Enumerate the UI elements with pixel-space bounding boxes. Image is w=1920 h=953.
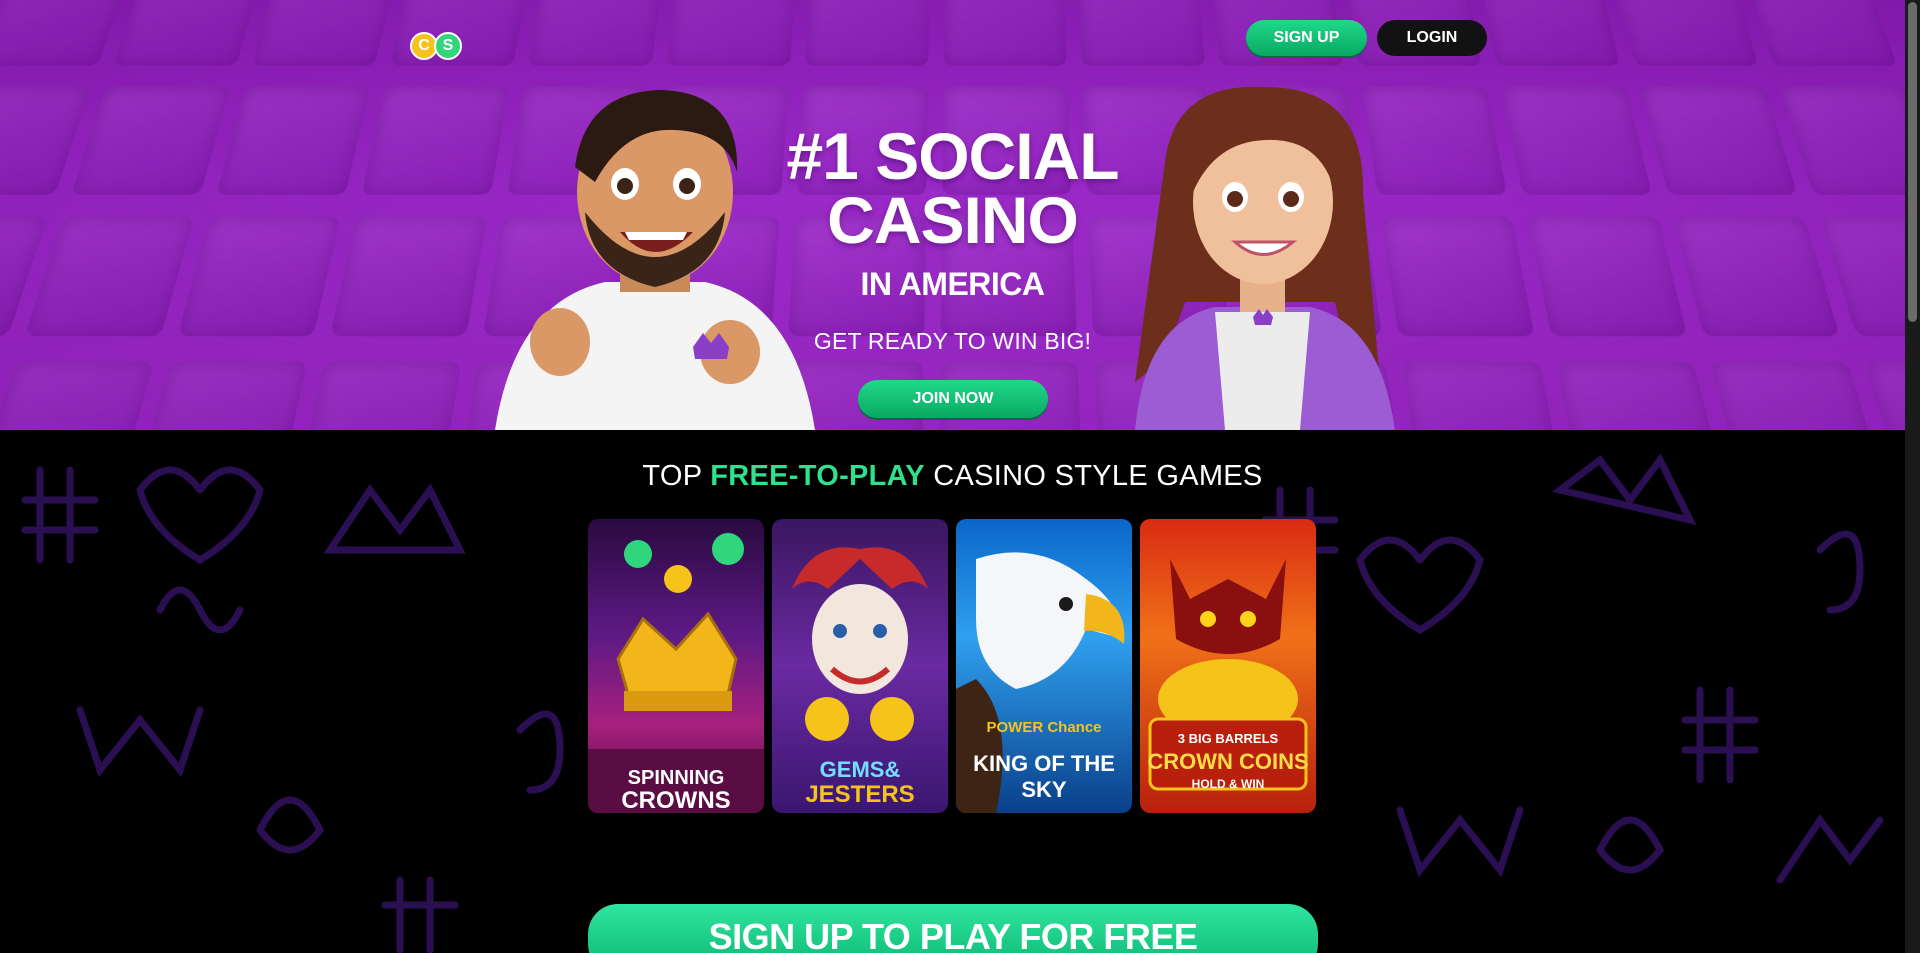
game-title-line2: CROWN COINS	[1147, 749, 1309, 774]
page: C S SIGN UP LOGIN #1 SOCIAL CASINO IN AM…	[0, 0, 1920, 953]
game-title-line1: 3 BIG BARRELS	[1177, 731, 1279, 746]
hero-tagline: GET READY TO WIN BIG!	[813, 328, 1092, 354]
game-title-line2: KING OF THE SKY	[973, 751, 1115, 802]
login-button[interactable]: LOGIN	[1377, 20, 1487, 56]
game-title-line3: HOLD & WIN	[1191, 777, 1265, 791]
hero-subtitle: IN AMERICA	[860, 266, 1045, 302]
title-pre: TOP	[642, 460, 702, 492]
game-title-line1: GEMS&	[819, 757, 901, 782]
join-now-button[interactable]: JOIN NOW	[858, 380, 1048, 418]
game-title-line2: JESTERS	[805, 781, 915, 808]
page-scrollbar[interactable]	[1905, 0, 1920, 953]
site-logo[interactable]: C S	[410, 24, 466, 60]
game-card-gems-jesters[interactable]: GEMS& JESTERS	[772, 519, 948, 813]
hero-headline: #1 SOCIAL CASINO	[700, 119, 1205, 257]
hero-title-line1: #1 SOCIAL	[786, 119, 1119, 193]
game-card-king-of-the-sky[interactable]: POWER Chance KING OF THE SKY	[956, 519, 1132, 813]
game-card-spinning-crowns[interactable]: SPINNING CROWNS	[588, 519, 764, 813]
title-highlight: FREE-TO-PLAY	[710, 460, 925, 492]
logo-coin-s: S	[434, 32, 462, 60]
game-cards-row: SPINNING CROWNS GEMS& JESTERS POWER Chan…	[588, 519, 1316, 813]
title-post: CASINO STYLE GAMES	[933, 460, 1263, 492]
signup-button[interactable]: SIGN UP	[1246, 20, 1367, 56]
game-title-line1: POWER Chance	[986, 719, 1102, 736]
games-section-title: TOP FREE-TO-PLAY CASINO STYLE GAMES	[0, 460, 1905, 493]
scrollbar-thumb[interactable]	[1908, 2, 1917, 322]
game-title-line2: CROWNS	[621, 787, 731, 813]
hero-banner: C S SIGN UP LOGIN #1 SOCIAL CASINO IN AM…	[0, 0, 1905, 430]
game-card-crown-coins[interactable]: 3 BIG BARRELS CROWN COINS HOLD & WIN	[1140, 519, 1316, 813]
signup-play-free-button[interactable]: SIGN UP TO PLAY FOR FREE	[588, 904, 1318, 953]
hero-title-line2: CASINO	[827, 183, 1079, 257]
games-section: TOP FREE-TO-PLAY CASINO STYLE GAMES SPIN…	[0, 430, 1905, 953]
